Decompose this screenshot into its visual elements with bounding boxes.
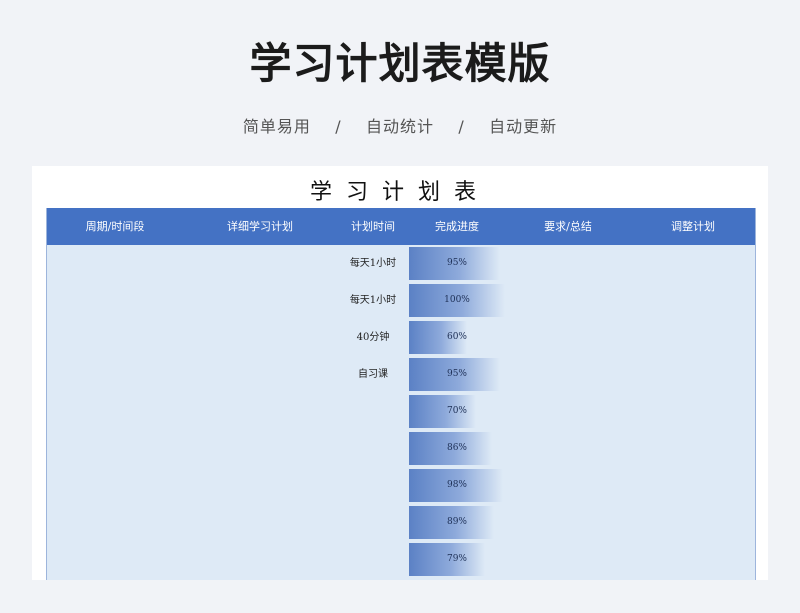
spreadsheet-sheet: 学习计划表 周期/时间段 详细学习计划 计划时间 完成进度 要求/总结 调整计划…: [32, 166, 768, 580]
plan-table: 周期/时间段 详细学习计划 计划时间 完成进度 要求/总结 调整计划 每天1小时…: [46, 208, 756, 580]
column-header-time[interactable]: 计划时间: [337, 208, 409, 245]
cell-summary[interactable]: [505, 319, 631, 356]
subtitle-sep: /: [335, 117, 342, 136]
subtitle-auto-update: 自动更新: [489, 117, 558, 136]
progress-label[interactable]: 100%: [409, 282, 505, 319]
progress-label[interactable]: 86%: [409, 430, 505, 467]
page-subtitle: 简单易用 / 自动统计 / 自动更新: [0, 113, 800, 137]
cell-adjust[interactable]: [631, 541, 755, 578]
cell-adjust[interactable]: [631, 356, 755, 393]
cell-time[interactable]: 每天1小时: [337, 245, 409, 282]
cell-period[interactable]: [47, 393, 183, 430]
cell-summary[interactable]: [505, 282, 631, 319]
cell-period[interactable]: [47, 504, 183, 541]
subtitle-auto-stat: 自动统计: [365, 117, 434, 136]
column-header-progress[interactable]: 完成进度: [409, 208, 505, 245]
cell-summary[interactable]: [505, 467, 631, 504]
progress-label[interactable]: 98%: [409, 467, 505, 504]
column-header-adjust[interactable]: 调整计划: [631, 208, 755, 245]
cell-summary[interactable]: [505, 393, 631, 430]
progress-label[interactable]: 70%: [409, 393, 505, 430]
cell-period[interactable]: [47, 541, 183, 578]
cell-period[interactable]: [47, 467, 183, 504]
cell-summary[interactable]: [505, 504, 631, 541]
cell-summary[interactable]: [505, 541, 631, 578]
cell-summary[interactable]: [505, 356, 631, 393]
table-row: 89%: [47, 504, 755, 541]
table-row: 79%: [47, 541, 755, 578]
cell-plan[interactable]: [183, 467, 337, 504]
cell-adjust[interactable]: [631, 430, 755, 467]
cell-period[interactable]: [47, 430, 183, 467]
cell-period[interactable]: [47, 245, 183, 282]
cell-period[interactable]: [47, 319, 183, 356]
cell-plan[interactable]: [183, 504, 337, 541]
subtitle-sep: /: [458, 117, 465, 136]
cell-adjust[interactable]: [631, 319, 755, 356]
table-row: 70%: [47, 393, 755, 430]
page-title: 学习计划表模版: [249, 39, 551, 88]
cell-summary[interactable]: [505, 430, 631, 467]
subtitle-easy: 简单易用: [242, 117, 311, 136]
progress-label[interactable]: 60%: [409, 319, 505, 356]
column-header-plan[interactable]: 详细学习计划: [183, 208, 337, 245]
sheet-title: 学习计划表: [309, 180, 490, 205]
cell-summary[interactable]: [505, 245, 631, 282]
cell-period[interactable]: [47, 282, 183, 319]
cell-period[interactable]: [47, 356, 183, 393]
cell-plan[interactable]: [183, 393, 337, 430]
cell-time[interactable]: 40分钟: [337, 319, 409, 356]
cell-plan[interactable]: [183, 319, 337, 356]
table-row: 自习课 95%: [47, 356, 755, 393]
table-header: 周期/时间段 详细学习计划 计划时间 完成进度 要求/总结 调整计划: [47, 208, 755, 245]
cell-time[interactable]: [337, 541, 409, 578]
cell-adjust[interactable]: [631, 504, 755, 541]
column-header-summary[interactable]: 要求/总结: [505, 208, 631, 245]
table-row: 每天1小时 95%: [47, 245, 755, 282]
progress-label[interactable]: 89%: [409, 504, 505, 541]
cell-time[interactable]: [337, 504, 409, 541]
cell-time[interactable]: [337, 467, 409, 504]
cell-plan[interactable]: [183, 430, 337, 467]
cell-adjust[interactable]: [631, 393, 755, 430]
cell-plan[interactable]: [183, 356, 337, 393]
progress-label[interactable]: 79%: [409, 541, 505, 578]
cell-time[interactable]: [337, 430, 409, 467]
cell-plan[interactable]: [183, 541, 337, 578]
table-row: 86%: [47, 430, 755, 467]
cell-adjust[interactable]: [631, 282, 755, 319]
cell-time[interactable]: 自习课: [337, 356, 409, 393]
cell-plan[interactable]: [183, 245, 337, 282]
cell-adjust[interactable]: [631, 245, 755, 282]
progress-label[interactable]: 95%: [409, 356, 505, 393]
column-header-period[interactable]: 周期/时间段: [47, 208, 183, 245]
table-row: 每天1小时 100%: [47, 282, 755, 319]
cell-time[interactable]: [337, 393, 409, 430]
table-row: 40分钟 60%: [47, 319, 755, 356]
table-row: 98%: [47, 467, 755, 504]
cell-plan[interactable]: [183, 282, 337, 319]
cell-adjust[interactable]: [631, 467, 755, 504]
progress-label[interactable]: 95%: [409, 245, 505, 282]
cell-time[interactable]: 每天1小时: [337, 282, 409, 319]
